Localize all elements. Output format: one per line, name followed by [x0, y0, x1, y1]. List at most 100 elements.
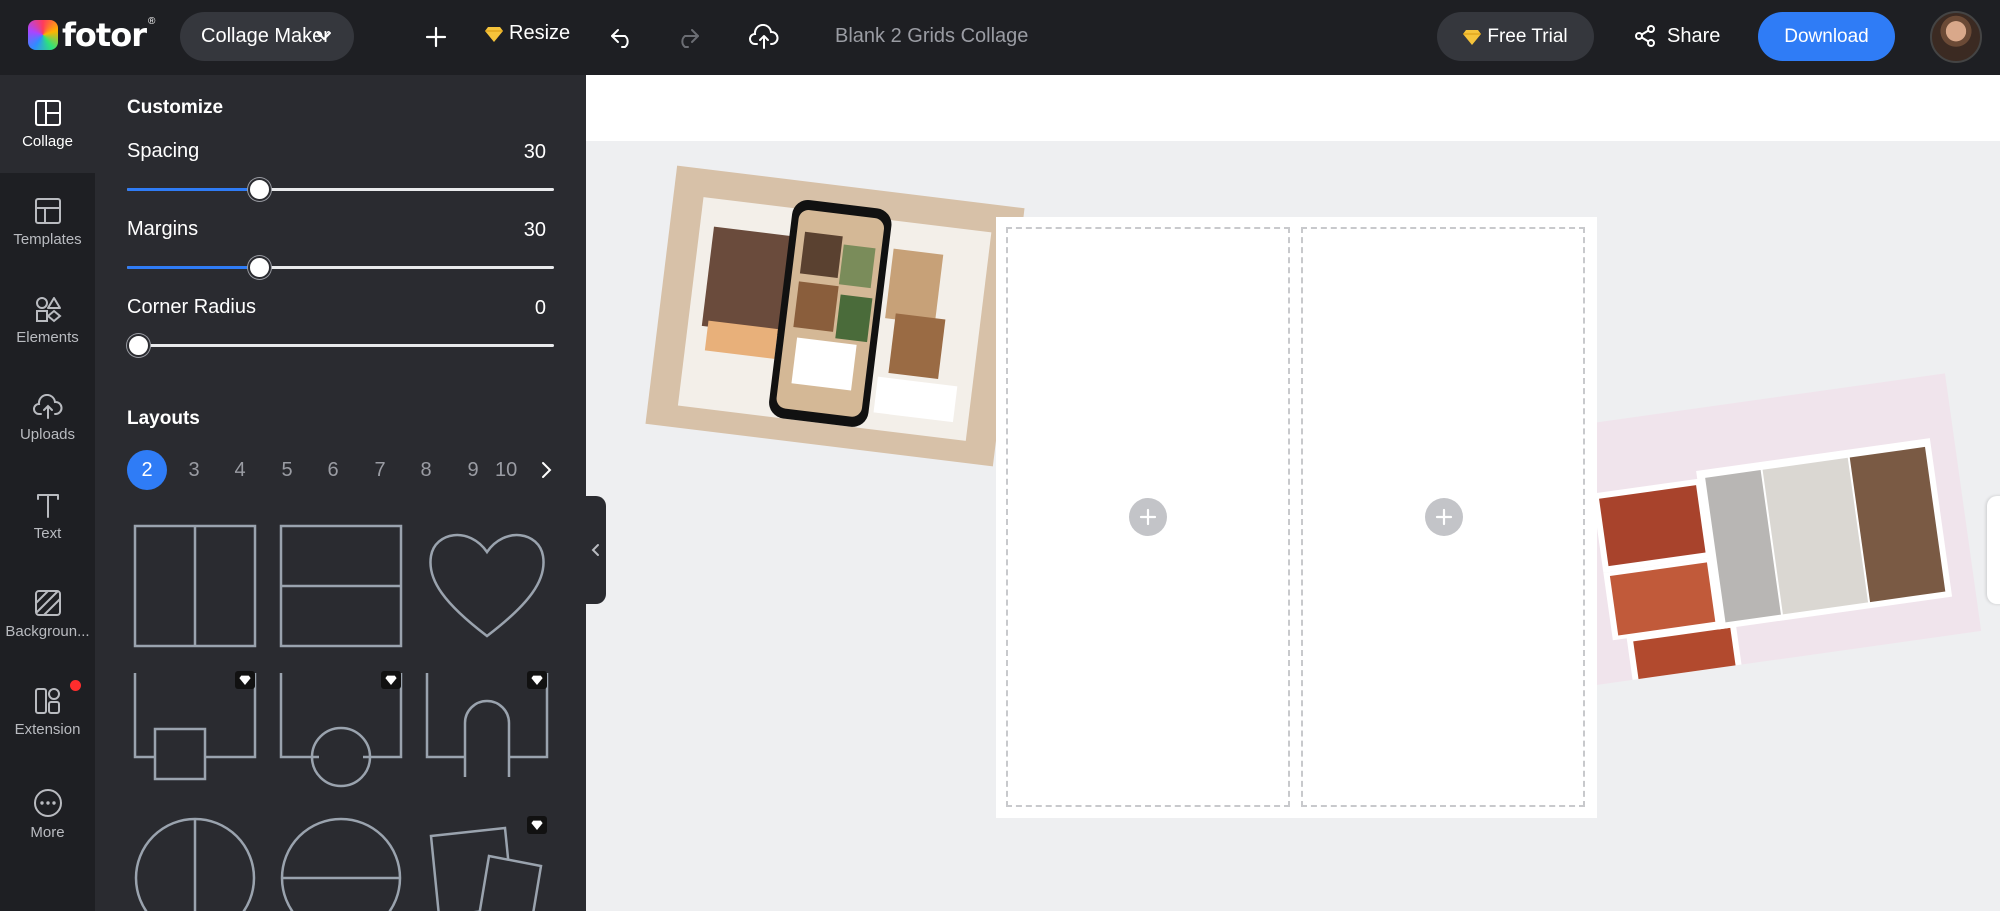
- notification-dot: [70, 680, 81, 691]
- tool-select-dropdown[interactable]: Collage Maker: [180, 12, 354, 61]
- page-4[interactable]: 4: [220, 450, 260, 490]
- margins-slider[interactable]: [127, 256, 554, 279]
- undo-icon: [611, 29, 629, 48]
- more-icon: [33, 788, 62, 817]
- diamond-gem-icon: [239, 675, 251, 685]
- collage-canvas[interactable]: [996, 217, 1597, 818]
- rail-label: Text: [33, 524, 62, 542]
- document-title[interactable]: Blank 2 Grids Collage: [835, 25, 1028, 48]
- margins-label: Margins: [127, 218, 199, 240]
- page-6[interactable]: 6: [313, 450, 353, 490]
- chevron-left-icon: [591, 544, 599, 556]
- share-button[interactable]: Share: [1633, 24, 1720, 48]
- logo-text: fotor: [62, 16, 147, 54]
- undo-button[interactable]: [604, 19, 640, 55]
- rail-item-templates[interactable]: Templates: [0, 173, 95, 271]
- corner-radius-slider-thumb[interactable]: [127, 334, 150, 357]
- extension-icon: [34, 687, 60, 714]
- fotor-logo[interactable]: fotor ®: [28, 16, 155, 54]
- premium-badge: [235, 671, 255, 689]
- layout-two-rows[interactable]: [279, 524, 403, 648]
- templates-icon: [34, 197, 61, 224]
- add-photo-button[interactable]: [1425, 498, 1463, 536]
- chevron-down-icon: [317, 32, 331, 41]
- page-3[interactable]: 3: [174, 450, 214, 490]
- layout-arch-inset[interactable]: [425, 671, 549, 795]
- plus-icon: [1435, 508, 1453, 526]
- decorative-collage-preview-left: [645, 165, 1025, 467]
- collage-cell-1[interactable]: [1006, 227, 1290, 807]
- spacing-slider-fill: [127, 188, 259, 191]
- share-icon: [1635, 25, 1655, 47]
- rail-label: Extension: [14, 720, 81, 738]
- page-2[interactable]: 2: [127, 450, 167, 490]
- free-trial-button[interactable]: Free Trial: [1437, 12, 1594, 61]
- page-5[interactable]: 5: [267, 450, 307, 490]
- preview-image: [1592, 438, 1953, 712]
- layout-circle-split-horizontal[interactable]: [279, 816, 403, 911]
- rail-label: Backgroun...: [5, 622, 90, 640]
- fotor-logo-icon: [28, 20, 58, 50]
- background-icon: [34, 589, 61, 616]
- uploads-icon: [32, 393, 62, 419]
- registered-mark: ®: [147, 16, 156, 27]
- collage-icon: [34, 99, 61, 126]
- resize-label: Resize: [509, 22, 571, 44]
- rail-item-elements[interactable]: Elements: [0, 271, 95, 369]
- spacing-slider-thumb[interactable]: [248, 178, 271, 201]
- layout-circle-split-vertical[interactable]: [133, 816, 257, 911]
- rail-item-extension[interactable]: Extension: [0, 663, 95, 761]
- page-10[interactable]: 10: [495, 450, 523, 490]
- elements-icon: [35, 296, 62, 322]
- page-8[interactable]: 8: [406, 450, 446, 490]
- spacing-value: 30: [523, 141, 546, 163]
- layout-count-pager: 2 3 4 5 6 7 8 9 10: [127, 450, 557, 490]
- layout-square-inset[interactable]: [133, 671, 257, 795]
- layout-heart[interactable]: [425, 524, 549, 648]
- margins-value: 30: [523, 219, 546, 241]
- page-7[interactable]: 7: [360, 450, 400, 490]
- rail-item-text[interactable]: Text: [0, 467, 95, 565]
- share-label: Share: [1667, 24, 1721, 47]
- corner-radius-slider[interactable]: [127, 334, 554, 357]
- tool-select-label: Collage Maker: [201, 25, 330, 47]
- margins-slider-thumb[interactable]: [248, 256, 271, 279]
- diamond-gem-icon: [385, 675, 397, 685]
- diamond-gem-icon: [485, 26, 503, 42]
- spacing-slider[interactable]: [127, 178, 554, 201]
- diamond-gem-icon: [531, 820, 543, 830]
- preview-image: [677, 197, 992, 441]
- plus-icon: [425, 26, 447, 48]
- spacing-label: Spacing: [127, 140, 200, 162]
- layout-circle-inset[interactable]: [279, 671, 403, 795]
- cloud-upload-icon: [749, 24, 779, 49]
- rail-item-background[interactable]: Backgroun...: [0, 565, 95, 663]
- customize-panel: Customize Spacing 30 Margins 30 Corner R…: [95, 75, 586, 911]
- redo-icon: [681, 29, 699, 48]
- download-label: Download: [1784, 25, 1869, 47]
- cloud-save-button[interactable]: [746, 19, 782, 55]
- rail-label: Collage: [22, 132, 73, 150]
- plus-icon: [1139, 508, 1157, 526]
- rail-label: Uploads: [19, 425, 76, 443]
- diamond-gem-icon: [531, 675, 543, 685]
- chevron-right-icon[interactable]: [537, 454, 557, 486]
- layout-two-columns[interactable]: [133, 524, 257, 648]
- user-avatar[interactable]: [1930, 11, 1982, 63]
- canvas-top-strip: [586, 75, 2000, 141]
- add-photo-button[interactable]: [1129, 498, 1167, 536]
- rail-item-collage[interactable]: Collage: [0, 75, 95, 173]
- page-9[interactable]: 9: [453, 450, 493, 490]
- panel-collapse-handle[interactable]: [586, 496, 606, 604]
- resize-button[interactable]: Resize: [485, 22, 570, 45]
- add-button[interactable]: [418, 19, 454, 55]
- rail-item-uploads[interactable]: Uploads: [0, 369, 95, 467]
- rail-item-more[interactable]: More: [0, 765, 95, 863]
- download-button[interactable]: Download: [1758, 12, 1895, 61]
- redo-button[interactable]: [670, 19, 706, 55]
- collage-cell-2[interactable]: [1301, 227, 1585, 807]
- premium-badge: [381, 671, 401, 689]
- right-panel-handle[interactable]: [1987, 496, 2000, 604]
- customize-title: Customize: [127, 97, 224, 118]
- rail-label: More: [30, 823, 65, 841]
